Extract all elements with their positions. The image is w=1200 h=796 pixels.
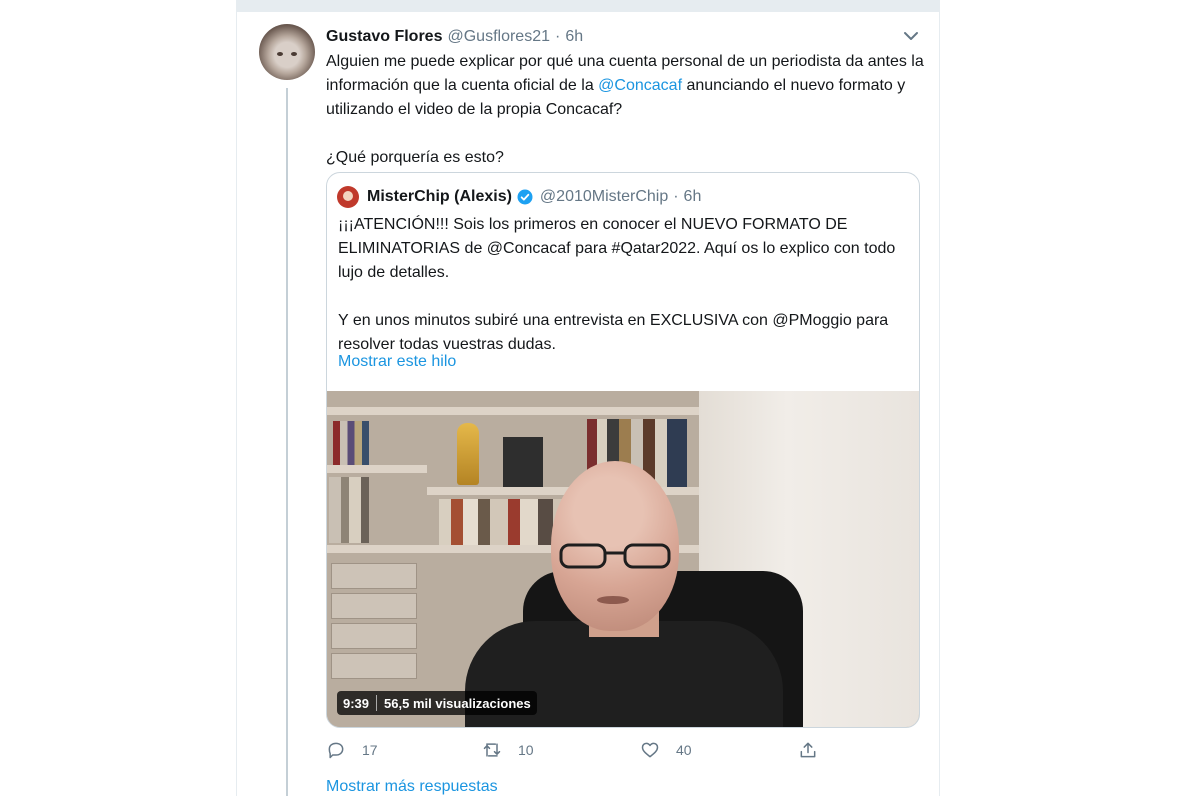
avatar-eye-left [277, 52, 283, 56]
video-views: 56,5 mil visualizaciones [384, 695, 531, 711]
author-name[interactable]: Gustavo Flores [326, 28, 442, 46]
show-more-replies-link[interactable]: Mostrar más respuestas [326, 778, 498, 796]
tweet-text-para-1: Alguien me puede explicar por qué una cu… [326, 50, 926, 122]
quoted-text-para-1: ¡¡¡ATENCIÓN!!! Sois los primeros en cono… [338, 216, 896, 281]
quoted-author-handle: @2010MisterChip [539, 188, 669, 205]
share-icon [800, 742, 816, 758]
like-count: 40 [676, 742, 692, 758]
drawer [331, 563, 417, 589]
tweet-actions: 17 10 40 [326, 738, 846, 762]
heart-icon [641, 742, 659, 758]
avatar-eye-right [291, 52, 297, 56]
tweet-text-para-2: ¿Qué porquería es esto? [326, 149, 504, 166]
header-separator: · [555, 28, 561, 45]
author-handle[interactable]: @Gusflores21 [447, 28, 550, 46]
avatar[interactable] [259, 24, 315, 80]
tweet-text: Alguien me puede explicar por qué una cu… [326, 50, 926, 170]
like-button[interactable]: 40 [640, 738, 692, 762]
quoted-author-name: MisterChip (Alexis) [367, 188, 512, 205]
books [329, 477, 369, 543]
tweet-header: Gustavo Flores @Gusflores21 · 6h [326, 25, 583, 49]
video-duration: 9:39 [343, 695, 370, 711]
quoted-avatar[interactable] [337, 186, 359, 208]
retweet-count: 10 [518, 742, 534, 758]
quoted-timestamp: 6h [683, 188, 702, 205]
thread-connector-line [286, 88, 288, 796]
books [333, 421, 369, 465]
shelf-board [327, 465, 427, 473]
quoted-tweet-text: ¡¡¡ATENCIÓN!!! Sois los primeros en cono… [338, 213, 908, 357]
tweet[interactable]: Gustavo Flores @Gusflores21 · 6h Alguien… [237, 12, 939, 796]
timeline-panel: Gustavo Flores @Gusflores21 · 6h Alguien… [236, 0, 940, 796]
badge-divider [376, 695, 378, 711]
retweet-button[interactable]: 10 [482, 738, 534, 762]
verified-badge-icon [517, 189, 533, 205]
drawer [331, 623, 417, 649]
reply-button[interactable]: 17 [326, 738, 378, 762]
reply-icon [328, 742, 344, 759]
mention-link[interactable]: @Concacaf [598, 77, 682, 94]
quoted-header-separator: · [673, 188, 679, 205]
video-person-mouth [597, 596, 629, 604]
panel-top-divider [237, 0, 939, 12]
quoted-text-para-2: Y en unos minutos subiré una entrevista … [338, 312, 889, 353]
share-button[interactable] [798, 738, 834, 762]
video-info-badge: 9:39 56,5 mil visualizaciones [337, 691, 537, 715]
chevron-down-icon[interactable] [901, 26, 921, 46]
quoted-tweet[interactable]: MisterChip (Alexis) @2010MisterChip · 6h… [326, 172, 920, 728]
shelf-board [327, 407, 699, 415]
reply-count: 17 [362, 742, 378, 758]
books [503, 437, 543, 487]
tweet-timestamp[interactable]: 6h [565, 28, 583, 46]
video-player[interactable]: 9:39 56,5 mil visualizaciones [327, 391, 919, 727]
glasses-in-video [559, 543, 671, 569]
show-thread-link[interactable]: Mostrar este hilo [338, 353, 456, 371]
drawer [331, 593, 417, 619]
retweet-icon [483, 743, 501, 757]
trophy-in-video [457, 423, 479, 485]
quoted-tweet-header: MisterChip (Alexis) @2010MisterChip · 6h [337, 185, 701, 209]
drawer [331, 653, 417, 679]
